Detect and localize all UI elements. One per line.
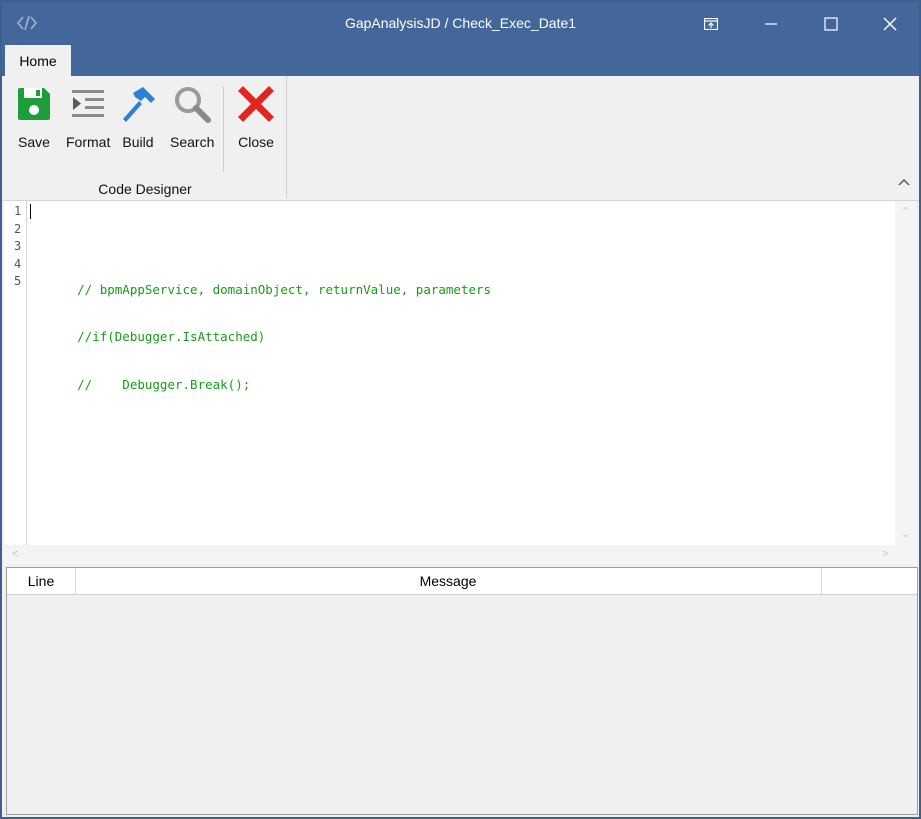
error-list-panel: Line Message: [6, 567, 918, 815]
close-label: Close: [238, 134, 274, 150]
minimize-button[interactable]: [742, 2, 800, 45]
build-button[interactable]: Build: [118, 84, 158, 156]
column-header-extra[interactable]: [822, 568, 916, 594]
text-caret: [30, 204, 31, 219]
gutter-divider: [26, 201, 27, 545]
scroll-right-icon[interactable]: >: [882, 548, 888, 560]
pin-icon: [704, 17, 718, 30]
pin-button[interactable]: [682, 2, 740, 45]
save-label: Save: [18, 134, 50, 150]
format-icon: [72, 90, 105, 117]
search-label: Search: [170, 134, 215, 150]
line-number-gutter: 1 2 3 4 5: [4, 203, 24, 291]
collapse-ribbon-icon[interactable]: [897, 176, 911, 188]
search-button[interactable]: Search: [170, 84, 214, 156]
scroll-left-icon[interactable]: <: [12, 548, 18, 560]
code-line[interactable]: // Debugger.Break();: [32, 376, 491, 394]
ribbon-group-separator: [286, 76, 287, 198]
tab-home[interactable]: Home: [5, 45, 71, 76]
minimize-icon: [765, 22, 777, 25]
close-x-icon: [238, 86, 274, 122]
column-header-line[interactable]: Line: [7, 568, 76, 594]
format-button[interactable]: Format: [66, 84, 110, 156]
ribbon: Save Format Build Search Close Code Desi…: [2, 76, 919, 201]
code-line[interactable]: [32, 233, 491, 251]
save-icon: [18, 88, 50, 120]
code-text[interactable]: // bpmAppService, domainObject, returnVa…: [32, 203, 491, 471]
line-number: 4: [14, 256, 22, 271]
maximize-icon: [824, 16, 838, 31]
close-icon: [883, 17, 897, 30]
line-number: 5: [14, 274, 22, 288]
code-line[interactable]: //if(Debugger.IsAttached): [32, 328, 491, 346]
close-button[interactable]: Close: [236, 84, 276, 156]
title-bar[interactable]: GapAnalysisJD / Check_Exec_Date1: [2, 2, 919, 45]
code-line[interactable]: // bpmAppService, domainObject, returnVa…: [32, 281, 491, 299]
code-line[interactable]: [32, 423, 491, 441]
vertical-scrollbar[interactable]: ⌃ ⌄: [895, 201, 917, 545]
code-editor[interactable]: 1 2 3 4 5 // bpmAppService, domainObject…: [4, 201, 895, 545]
search-icon: [175, 87, 212, 123]
format-label: Format: [66, 134, 111, 150]
close-window-button[interactable]: [861, 2, 919, 45]
ribbon-tab-strip: Home: [2, 45, 919, 76]
column-header-message[interactable]: Message: [75, 568, 822, 594]
line-number: 2: [14, 221, 22, 236]
ribbon-separator: [223, 86, 224, 172]
ribbon-group-label: Code Designer: [98, 181, 192, 197]
error-list-header: Line Message: [7, 568, 917, 595]
horizontal-scrollbar[interactable]: < >: [4, 545, 917, 565]
scroll-down-icon[interactable]: ⌄: [901, 527, 910, 540]
maximize-button[interactable]: [802, 2, 860, 45]
build-hammer-icon: [123, 87, 155, 122]
line-number: 3: [14, 239, 22, 253]
code-designer-window: GapAnalysisJD / Check_Exec_Date1 Home Sa…: [0, 0, 921, 819]
line-number: 1: [14, 204, 22, 218]
save-button[interactable]: Save: [14, 84, 54, 156]
build-label: Build: [122, 134, 154, 150]
scroll-up-icon[interactable]: ⌃: [901, 205, 910, 218]
